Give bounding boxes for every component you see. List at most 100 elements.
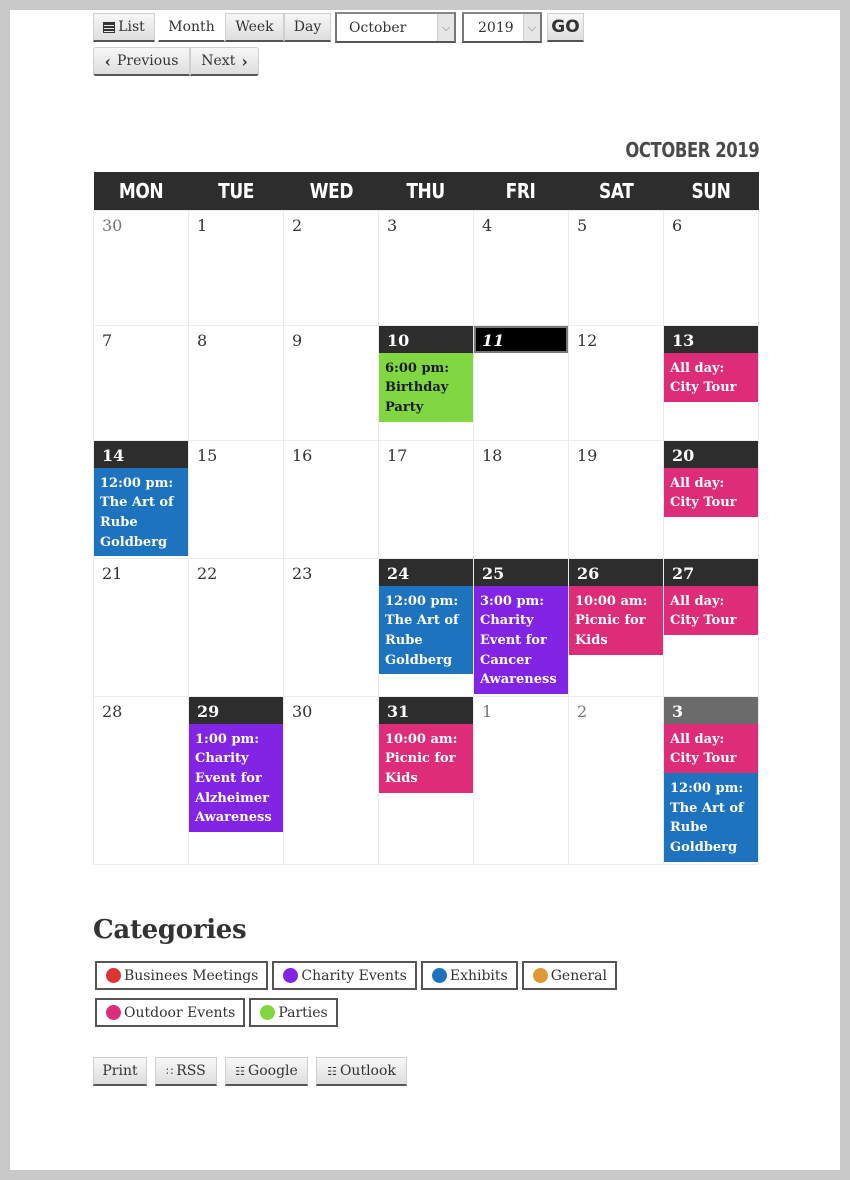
next-button[interactable]: Next › [190,47,259,76]
day-cell[interactable]: 8 [188,324,284,441]
calendar-event[interactable]: 6:00 pm: Birthday Party [379,352,473,422]
week-row: 21 22 23 24 12:00 pm: The Art of Rube Goldbe… [93,557,759,697]
day-cell[interactable]: 6 [663,209,759,326]
calendar-event[interactable]: All day: City Tour [664,585,758,635]
day-cell[interactable]: 27 All day: City Tour [663,557,759,697]
view-week-button[interactable]: Week [225,13,284,42]
day-cell[interactable]: 9 [283,324,379,441]
calendar-event[interactable]: 12:00 pm: The Art of Rube Goldberg [379,585,473,675]
category-color-dot-icon [106,968,121,983]
day-cell[interactable]: 1 [188,209,284,326]
day-number: 9 [292,330,303,350]
weekday-header: TUE [188,172,284,210]
day-cell[interactable]: 16 [283,439,379,559]
day-number: 3 [387,215,398,235]
month-navigation: ‹ Previous Next › [93,47,259,77]
day-cell[interactable]: 22 [188,557,284,697]
year-select[interactable]: 2019 ⌵ [462,12,542,43]
calendar-event[interactable]: 12:00 pm: The Art of Rube Goldberg [664,772,758,862]
day-cell[interactable]: 10 6:00 pm: Birthday Party [378,324,474,441]
day-cell[interactable]: 12 [568,324,664,441]
day-cell[interactable]: 20 All day: City Tour [663,439,759,559]
google-export-button[interactable]: ☷ Google [225,1057,308,1086]
category-label: Outdoor Events [124,1004,236,1021]
view-list-button[interactable]: List [93,13,155,42]
weekday-header: MON [93,172,189,210]
day-cell[interactable]: 17 [378,439,474,559]
rss-icon: ∷ [166,1064,174,1078]
day-number: 14 [94,440,188,468]
day-number: 8 [197,330,208,350]
day-cell[interactable]: 7 [93,324,189,441]
page: List Month Week Day October ⌵ 2019 ⌵ GO … [10,10,840,1170]
print-button[interactable]: Print [93,1057,147,1086]
category-filter-general[interactable]: General [520,960,619,991]
category-filter-business[interactable]: Businees Meetings [93,960,270,991]
day-cell[interactable]: 26 10:00 am: Picnic for Kids [568,557,664,697]
calendar-icon: ☷ [235,1064,246,1078]
calendar-event[interactable]: 12:00 pm: The Art of Rube Goldberg [94,467,188,557]
day-number: 18 [482,445,503,465]
day-cell[interactable]: 5 [568,209,664,326]
day-cell[interactable]: 2 [568,695,664,865]
day-cell[interactable]: 23 [283,557,379,697]
day-cell[interactable]: 1 [473,695,569,865]
calendar-event[interactable]: All day: City Tour [664,467,758,517]
day-number: 29 [189,696,283,724]
weekday-header: SAT [568,172,664,210]
day-number: 28 [102,701,123,721]
day-cell[interactable]: 21 [93,557,189,697]
day-cell[interactable]: 15 [188,439,284,559]
day-cell[interactable]: 28 [93,695,189,865]
calendar-event[interactable]: 3:00 pm: Charity Event for Cancer Awaren… [474,585,568,695]
day-cell[interactable]: 30 [93,209,189,326]
day-number: 20 [664,440,758,468]
view-toolbar: List Month Week Day October ⌵ 2019 ⌵ GO [93,12,584,43]
category-filter-parties[interactable]: Parties [248,997,339,1028]
day-number: 27 [664,558,758,586]
day-cell[interactable]: 3 All day: City Tour 12:00 pm: The Art of … [663,695,759,865]
day-number: 23 [292,563,313,583]
day-cell[interactable]: 24 12:00 pm: The Art of Rube Goldberg [378,557,474,697]
day-cell[interactable]: 31 10:00 am: Picnic for Kids [378,695,474,865]
day-cell[interactable]: 19 [568,439,664,559]
category-color-dot-icon [106,1005,121,1020]
day-cell[interactable]: 29 1:00 pm: Charity Event for Alzheimer A… [188,695,284,865]
month-select[interactable]: October ⌵ [335,12,456,43]
rss-button[interactable]: ∷ RSS [155,1057,217,1086]
calendar-event[interactable]: 10:00 am: Picnic for Kids [569,585,663,655]
day-number: 26 [569,558,663,586]
day-cell[interactable]: 3 [378,209,474,326]
list-icon [103,21,116,33]
view-day-button[interactable]: Day [284,13,331,42]
day-cell[interactable]: 30 [283,695,379,865]
week-row: 30 1 2 3 4 5 6 [93,209,759,326]
week-row: 28 29 1:00 pm: Charity Event for Alzheimer… [93,695,759,865]
day-cell[interactable]: 13 All day: City Tour [663,324,759,441]
category-label: General [550,967,608,984]
day-number: 15 [197,445,218,465]
day-cell[interactable]: 25 3:00 pm: Charity Event for Cancer Awar… [473,557,569,697]
day-cell[interactable]: 14 12:00 pm: The Art of Rube Goldberg [93,439,189,559]
day-number: 2 [577,701,588,721]
category-filter-outdoor[interactable]: Outdoor Events [93,997,247,1028]
previous-button[interactable]: ‹ Previous [93,47,190,76]
category-filter-exhibits[interactable]: Exhibits [419,960,519,991]
day-cell[interactable]: 2 [283,209,379,326]
day-number: 12 [577,330,598,350]
calendar-event[interactable]: All day: City Tour [664,352,758,402]
calendar-event[interactable]: All day: City Tour [664,723,758,773]
calendar-event[interactable]: 10:00 am: Picnic for Kids [379,723,473,793]
category-label: Charity Events [301,967,407,984]
category-filter-charity[interactable]: Charity Events [271,960,418,991]
go-button[interactable]: GO [547,13,584,42]
day-cell[interactable]: 4 [473,209,569,326]
calendar-event[interactable]: 1:00 pm: Charity Event for Alzheimer Awa… [189,723,283,833]
day-cell[interactable]: 18 [473,439,569,559]
day-cell[interactable]: 11 [473,324,569,441]
outlook-export-button[interactable]: ☷ Outlook [316,1057,407,1086]
view-month-button[interactable]: Month [158,13,225,42]
day-number: 22 [197,563,218,583]
day-number: 1 [197,215,208,235]
day-number: 16 [292,445,313,465]
